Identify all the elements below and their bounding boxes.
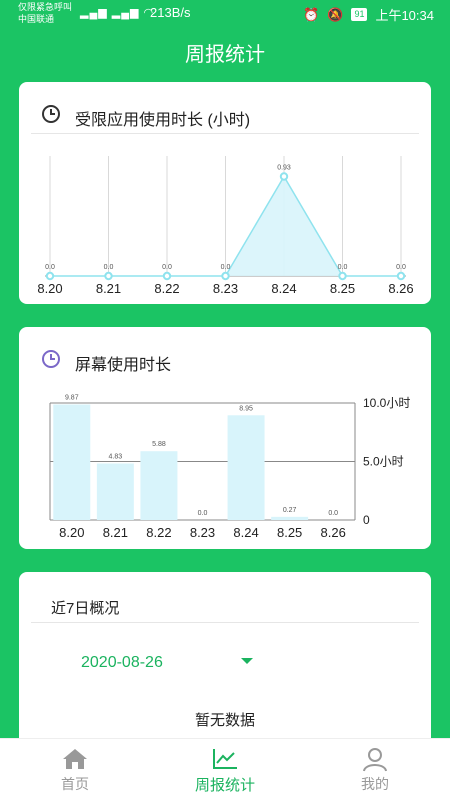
tab-label: 我的 <box>361 776 389 792</box>
data-label: 0.0 <box>198 510 208 517</box>
data-label: 0.0 <box>221 264 231 271</box>
home-icon <box>63 749 87 769</box>
network-speed: 213B/s <box>150 5 191 20</box>
page-title: 周报统计 <box>185 44 265 66</box>
x-tick-label: 8.22 <box>154 281 179 296</box>
x-tick-label: 8.23 <box>190 525 215 540</box>
screen-usage-card: 屏幕使用时长 0 5.0小时 10.0小时 9.87 8.20 4.83 8.21 5.88 8… <box>19 327 431 549</box>
mute-icon: 🔕 <box>327 6 344 22</box>
data-label: 0.0 <box>328 510 338 517</box>
data-label: 0.93 <box>277 164 291 171</box>
battery-icon: 91 <box>351 8 368 21</box>
x-tick-label: 8.23 <box>213 281 238 296</box>
x-tick-label: 8.25 <box>277 525 302 540</box>
carrier-line1: 仅限紧急呼叫 <box>18 2 73 12</box>
user-icon <box>363 748 387 772</box>
data-point <box>279 172 289 181</box>
data-label: 0.0 <box>338 264 348 271</box>
data-label: 0.0 <box>104 264 114 271</box>
bar <box>271 516 309 520</box>
y-tick-label: 10.0小时 <box>363 396 410 410</box>
data-label: 0.0 <box>162 264 172 271</box>
carrier-line2: 中国联通 <box>18 14 55 24</box>
status-right: ⏰ 🔕 91 上午10:34 <box>303 5 434 24</box>
data-point <box>338 271 347 281</box>
data-label: 0.0 <box>396 264 406 271</box>
signal-icon: ▂▄▆ ▂▄▆ ◠ <box>80 7 155 19</box>
empty-state-text: 暂无数据 <box>194 712 255 729</box>
overview-title: 近7日概况 <box>51 600 120 617</box>
data-point <box>396 271 406 281</box>
x-tick-label: 8.26 <box>388 281 413 296</box>
dropdown-arrow-icon[interactable] <box>241 658 253 664</box>
x-tick-label: 8.20 <box>59 525 84 540</box>
data-label: 4.83 <box>109 453 123 460</box>
data-label: 0.0 <box>45 264 55 271</box>
tab-profile[interactable]: 我的 <box>300 739 450 801</box>
data-point <box>162 271 172 281</box>
restricted-usage-card: 受限应用使用时长 (小时) 0.0 8.20 0.0 8.21 0.0 8.22 0.0 8.… <box>19 82 431 304</box>
divider <box>31 622 419 623</box>
y-tick-label: 0 <box>363 513 370 527</box>
carrier-info: 仅限紧急呼叫 中国联通 <box>18 1 72 25</box>
bar <box>227 415 265 520</box>
x-tick-label: 8.24 <box>271 281 296 296</box>
status-bar: 仅限紧急呼叫 中国联通 ▂▄▆ ▂▄▆ ◠ 213B/s ⏰ 🔕 91 上午10… <box>0 0 450 28</box>
x-tick-label: 8.21 <box>96 281 121 296</box>
x-tick-label: 8.20 <box>37 281 62 296</box>
tab-home[interactable]: 首页 <box>0 739 150 801</box>
x-tick-label: 8.25 <box>330 281 355 296</box>
alarm-icon: ⏰ <box>303 6 320 22</box>
x-tick-label: 8.21 <box>103 525 128 540</box>
data-point <box>45 271 55 281</box>
x-tick-label: 8.24 <box>233 525 258 540</box>
y-tick-label: 5.0小时 <box>363 455 404 469</box>
clock: 上午10:34 <box>375 8 434 23</box>
bar <box>96 463 134 520</box>
x-tick-label: 8.22 <box>146 525 171 540</box>
tab-label: 首页 <box>61 776 89 792</box>
date-selector[interactable]: 2020-08-26 <box>81 654 163 672</box>
tab-weekly-report[interactable]: 周报统计 <box>150 739 300 801</box>
bar <box>140 451 178 520</box>
bar <box>53 404 91 520</box>
data-label: 0.27 <box>283 507 297 514</box>
x-tick-label: 8.26 <box>321 525 346 540</box>
data-label: 8.95 <box>239 405 253 412</box>
chart-line-icon <box>213 749 237 769</box>
data-label: 5.88 <box>152 441 166 448</box>
data-point <box>104 271 113 281</box>
data-point <box>221 271 230 281</box>
data-label: 9.87 <box>65 395 79 402</box>
restricted-usage-chart: 0.0 8.20 0.0 8.21 0.0 8.22 0.0 8.23 0.93 8.24 0.0 8… <box>37 156 414 296</box>
tab-label: 周报统计 <box>194 777 255 794</box>
screen-usage-chart: 0 5.0小时 10.0小时 9.87 8.20 4.83 8.21 5.88 8.22 0.0 8… <box>49 395 410 540</box>
overview-card: 近7日概况 2020-08-26 暂无数据 <box>19 572 431 762</box>
bottom-tab-bar: 首页 周报统计 我的 <box>0 738 450 801</box>
